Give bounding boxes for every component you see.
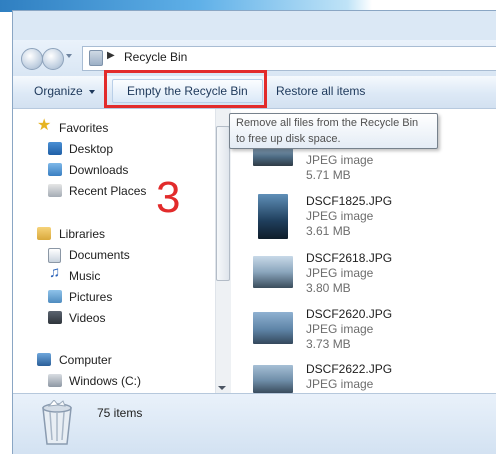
organize-dropdown-icon[interactable] [89, 90, 95, 94]
recent-pages-dropdown-icon[interactable] [66, 54, 72, 58]
file-name[interactable]: DSCF2622.JPG [306, 362, 392, 376]
videos-icon [48, 311, 62, 324]
file-thumbnail[interactable] [253, 365, 293, 393]
empty-bin-tooltip: Remove all files from the Recycle Bin to… [229, 113, 438, 149]
file-thumbnail[interactable] [253, 256, 293, 288]
star-icon: ★ [37, 117, 52, 134]
pictures-icon [48, 290, 62, 303]
file-size: 3.61 MB [306, 224, 351, 238]
documents-icon [48, 248, 61, 263]
file-type: JPEG image [306, 153, 374, 167]
nav-documents[interactable]: Documents [69, 248, 130, 262]
file-name[interactable]: DSCF1825.JPG [306, 194, 392, 208]
recycle-bin-icon [89, 50, 103, 66]
nav-downloads[interactable]: Downloads [69, 163, 128, 177]
items-count: 75 items [97, 406, 143, 420]
back-button[interactable] [21, 48, 43, 70]
file-name[interactable]: DSCF2618.JPG [306, 251, 392, 265]
nav-windows-c[interactable]: Windows (C:) [69, 374, 141, 388]
recent-places-icon [48, 184, 62, 197]
file-size: 3.73 MB [306, 337, 351, 351]
navigation-scroll-thumb[interactable] [216, 126, 230, 281]
recycle-bin-icon [38, 399, 76, 449]
details-pane [13, 393, 496, 454]
restore-all-items-button[interactable]: Restore all items [276, 84, 365, 98]
file-thumbnail[interactable] [253, 312, 293, 344]
downloads-icon [48, 163, 62, 176]
organize-button[interactable]: Organize [34, 84, 83, 98]
nav-recent-places[interactable]: Recent Places [69, 184, 146, 198]
file-type: JPEG image [306, 377, 374, 391]
annotation-step-number: 3 [156, 173, 181, 222]
file-size: 3.80 MB [306, 281, 351, 295]
drive-icon [48, 374, 62, 387]
file-thumbnail[interactable] [258, 194, 288, 239]
computer-icon [37, 353, 51, 366]
nav-desktop[interactable]: Desktop [69, 142, 113, 156]
file-name[interactable]: DSCF2620.JPG [306, 307, 392, 321]
annotation-highlight-box [104, 70, 267, 108]
tooltip-line-2: to free up disk space. [236, 133, 341, 145]
breadcrumb-recycle-bin[interactable]: Recycle Bin [124, 50, 187, 64]
desktop-icon [48, 142, 62, 155]
tooltip-line-1: Remove all files from the Recycle Bin [236, 117, 419, 129]
nav-libraries[interactable]: Libraries [59, 227, 105, 241]
scroll-down-arrow-icon[interactable] [218, 386, 226, 390]
file-size: 5.71 MB [306, 168, 351, 182]
nav-pictures[interactable]: Pictures [69, 290, 112, 304]
file-type: JPEG image [306, 209, 374, 223]
nav-videos[interactable]: Videos [69, 311, 105, 325]
file-type: JPEG image [306, 322, 374, 336]
libraries-icon [37, 227, 51, 240]
nav-music[interactable]: Music [69, 269, 100, 283]
music-icon: ♫ [49, 264, 61, 281]
nav-favorites[interactable]: Favorites [59, 121, 108, 135]
breadcrumb-chevron-icon[interactable]: ▶ [107, 50, 115, 61]
forward-button[interactable] [42, 48, 64, 70]
nav-computer[interactable]: Computer [59, 353, 112, 367]
file-type: JPEG image [306, 266, 374, 280]
